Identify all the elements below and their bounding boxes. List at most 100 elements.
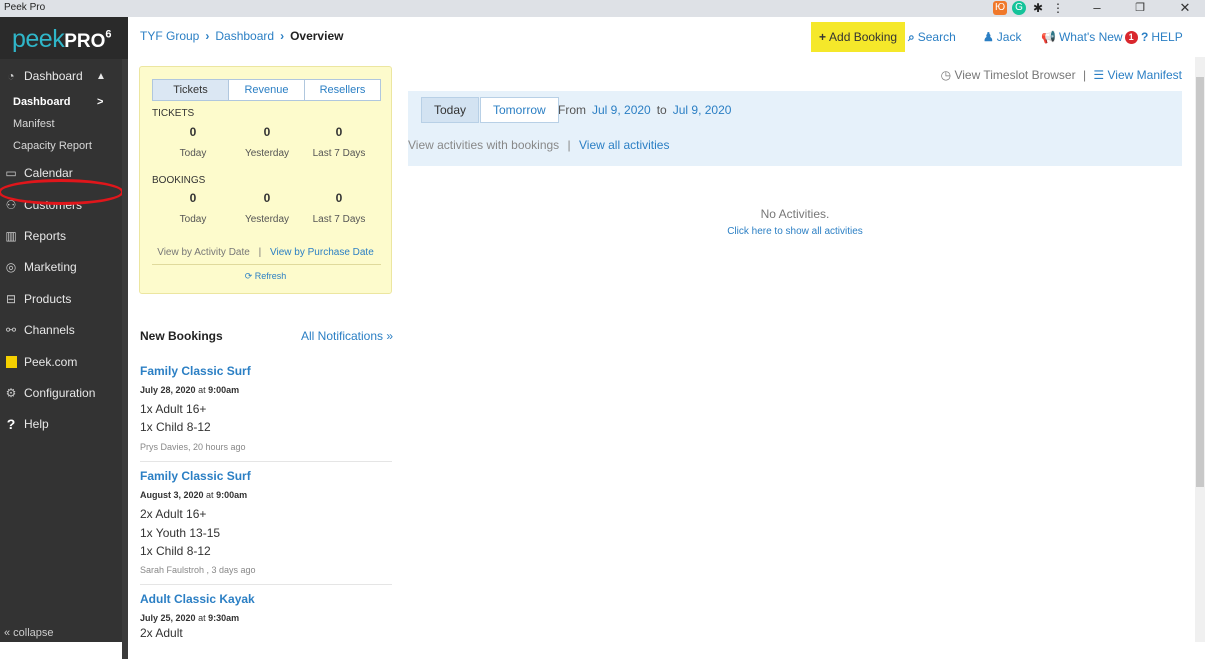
extension-icon[interactable]: Ю [993,1,1007,15]
whats-new-label: What's New [1058,30,1123,44]
scrollbar-thumb[interactable] [1196,77,1204,487]
from-label: From [558,103,586,117]
stats-divider [152,264,381,265]
booking-by: Sarah Faulstroh , 3 days ago [140,565,256,575]
add-booking-button[interactable]: + Add Booking [811,22,906,52]
from-date-link[interactable]: Jul 9, 2020 [592,103,651,117]
sidebar-item-label: Calendar [24,166,73,180]
booking-date: July 25, 2020 at 9:30am [140,613,239,623]
view-all-activities-link[interactable]: View all activities [579,138,669,152]
stats-tabs: Tickets Revenue Resellers [152,79,381,101]
stats-panel: Tickets Revenue Resellers TICKETS 0 0 0 … [139,66,392,294]
user-menu-button[interactable]: ♟ Jack [983,22,1021,52]
search-icon: ⌕ [908,29,915,44]
view-by-purchase-date[interactable]: View by Purchase Date [270,247,374,258]
chevron-right-icon: > [97,96,104,108]
grammarly-icon[interactable]: G [1012,1,1026,15]
sidebar-item-label: Reports [24,229,67,243]
tickets-today-value: 0 [189,125,197,139]
sidebar-item-marketing[interactable]: ◎ Marketing [0,254,128,280]
maximize-icon[interactable]: ❐ [1125,0,1155,17]
sidebar-scrollbar[interactable] [122,59,128,659]
collapse-button[interactable]: « collapse [4,627,54,639]
chevron-right-icon: › [280,29,285,43]
to-date-link[interactable]: Jul 9, 2020 [673,103,732,117]
sidebar-sub-capacity-report[interactable]: Capacity Report [0,135,122,157]
logo-text: peek [12,25,65,53]
breadcrumb-dashboard[interactable]: Dashboard [215,29,274,43]
breadcrumb: TYF Group › Dashboard › Overview [140,29,343,43]
today-button[interactable]: Today [421,97,480,123]
booking-title[interactable]: Family Classic Surf [140,469,251,483]
sidebar-item-configuration[interactable]: ⚙ Configuration [0,380,128,406]
booking-title[interactable]: Family Classic Surf [140,364,251,378]
bookings-yesterday-caption: Yesterday [244,214,290,225]
booking-title[interactable]: Adult Classic Kayak [140,592,255,606]
sidebar-item-peek-com[interactable]: Peek.com [0,349,128,375]
notification-badge: 1 [1124,30,1138,44]
marketing-icon: ◎ [5,260,17,274]
sidebar-item-dashboard[interactable]: ◔ Dashboard ▲ [0,63,128,89]
breadcrumb-current: Overview [290,29,344,43]
date-range: From Jul 9, 2020 to Jul 9, 2020 [558,103,737,117]
sidebar-item-reports[interactable]: ▥ Reports [0,223,128,249]
topbar: TYF Group › Dashboard › Overview + Add Bookin… [128,17,1205,57]
refresh-button[interactable]: ⟳ Refresh [140,271,391,282]
view-manifest-label: View Manifest [1107,68,1182,82]
bookings-last7-caption: Last 7 Days [312,214,366,225]
to-label: to [656,103,667,117]
bookings-today-caption: Today [179,214,207,225]
sidebar-sub-label: Capacity Report [13,140,92,152]
products-icon: ⊟ [5,292,17,306]
booking-line: 1x Child 8-12 [140,420,211,434]
menu-dots-icon[interactable]: ⋮ [1051,1,1065,15]
show-all-activities-link[interactable]: Click here to show all activities [408,226,1182,237]
tab-tickets[interactable]: Tickets [153,80,229,100]
booking-line: 2x Adult 16+ [140,507,207,521]
tickets-yesterday-value: 0 [263,125,271,139]
puzzle-icon[interactable]: ✱ [1031,1,1045,15]
help-button[interactable]: ? HELP [1141,22,1183,52]
tickets-last7-value: 0 [335,125,343,139]
view-timeslot-browser-link[interactable]: View Timeslot Browser [954,68,1075,82]
plus-icon: + [819,30,827,44]
booking-date-value: July 28, 2020 [140,385,196,395]
tab-revenue[interactable]: Revenue [229,80,305,100]
sidebar-item-products[interactable]: ⊟ Products [0,286,128,312]
breadcrumb-group[interactable]: TYF Group [140,29,199,43]
whats-new-button[interactable]: 📢 What's New 1 [1041,22,1138,52]
bookings-label: BOOKINGS [152,175,206,186]
sidebar-sub-manifest[interactable]: Manifest [0,113,122,135]
sidebar-sub-dashboard[interactable]: Dashboard > [0,91,122,113]
chevron-up-icon: ▲ [96,70,106,82]
stats-date-toggle: View by Activity Date | View by Purchase… [157,247,374,258]
tickets-today-caption: Today [179,148,207,159]
booking-line: 1x Child 8-12 [140,544,211,558]
peek-pro-logo[interactable]: peekPRO6 [0,17,128,59]
main-scrollbar[interactable] [1195,57,1205,642]
bookings-last7-value: 0 [335,191,343,205]
view-by-activity-date[interactable]: View by Activity Date [157,247,250,258]
minimize-icon[interactable]: – [1082,0,1112,17]
booking-divider [140,461,392,462]
logo-bold: PRO [64,31,106,52]
booking-date-value: August 3, 2020 [140,490,204,500]
sidebar-item-help[interactable]: ? Help [0,411,128,437]
booking-line: 1x Youth 13-15 [140,526,221,540]
view-manifest-link[interactable]: ☰ View Manifest [1093,68,1182,82]
booking-at: at [198,385,206,395]
tickets-last7-caption: Last 7 Days [312,148,366,159]
refresh-label: Refresh [254,271,287,281]
tomorrow-button[interactable]: Tomorrow [480,97,559,123]
sidebar-item-channels[interactable]: ⚯ Channels [0,317,128,343]
all-notifications-link[interactable]: All Notifications » [301,329,393,343]
close-icon[interactable]: ✕ [1170,0,1200,17]
search-button[interactable]: ⌕ Search [908,22,956,52]
sidebar-item-label: Peek.com [24,355,78,369]
booking-at: at [206,490,214,500]
booking-time: 9:00am [208,385,240,395]
with-bookings-link[interactable]: View activities with bookings [408,138,559,152]
reports-icon: ▥ [5,229,17,243]
tab-resellers[interactable]: Resellers [305,80,380,100]
window-titlebar: Peek Pro Ю G ✱ ⋮ – ❐ ✕ [0,0,1205,17]
